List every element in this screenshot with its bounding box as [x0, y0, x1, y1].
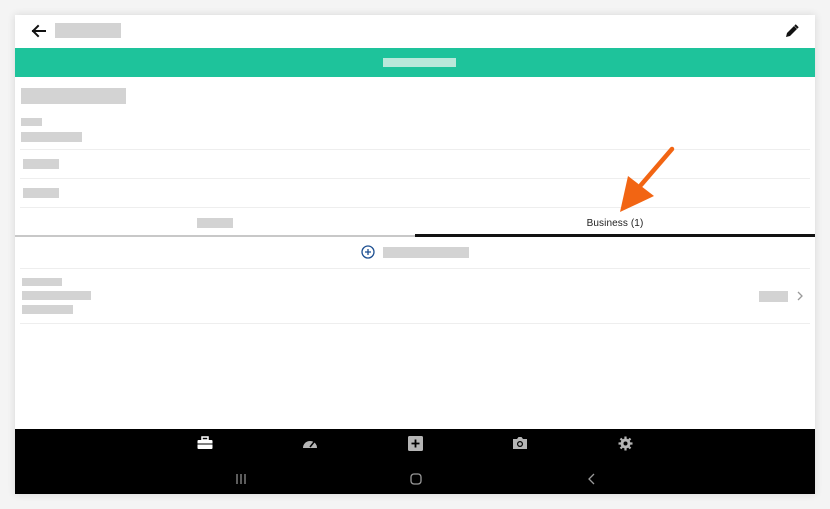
item-line-redacted — [22, 278, 62, 286]
tab-business[interactable]: Business (1) — [415, 209, 815, 237]
add-label-redacted — [383, 247, 469, 258]
field-value-redacted — [21, 132, 82, 142]
top-app-bar — [15, 15, 815, 48]
home-icon — [410, 473, 422, 485]
tab-label-redacted — [197, 218, 233, 228]
arrow-left-icon — [31, 24, 46, 38]
briefcase-icon — [197, 436, 213, 449]
plus-circle-icon — [361, 245, 375, 259]
nav-settings[interactable] — [615, 433, 635, 453]
tab-underline — [15, 235, 415, 237]
plus-square-icon — [407, 435, 423, 451]
page-title-redacted — [55, 23, 121, 38]
field-label-redacted — [21, 118, 42, 126]
row-divider — [20, 149, 810, 150]
nav-add[interactable] — [405, 433, 425, 453]
gear-icon — [618, 436, 632, 450]
tab-label: Business (1) — [586, 217, 644, 229]
detail-row-redacted[interactable] — [23, 159, 59, 169]
item-value-redacted — [759, 291, 788, 302]
edit-button[interactable] — [781, 20, 803, 42]
system-recents-button[interactable] — [229, 469, 253, 489]
row-divider — [20, 207, 810, 208]
status-banner — [15, 48, 815, 77]
speedometer-icon — [303, 441, 317, 448]
system-back-button[interactable] — [580, 469, 604, 489]
nav-camera[interactable] — [510, 433, 530, 453]
chevron-right-icon — [797, 291, 803, 301]
pencil-icon — [786, 24, 799, 37]
bottom-navigation — [15, 429, 815, 494]
banner-text-redacted — [383, 58, 456, 67]
tab-first[interactable] — [15, 209, 415, 237]
nav-briefcase[interactable] — [195, 433, 215, 453]
tab-bar: Business (1) — [15, 209, 815, 237]
detail-row-redacted[interactable] — [23, 188, 59, 198]
camera-icon — [513, 437, 527, 449]
back-button[interactable] — [27, 20, 49, 42]
app-window: Business (1) — [15, 15, 815, 494]
row-divider — [20, 323, 810, 324]
item-line-redacted — [22, 305, 73, 314]
nav-speedometer[interactable] — [300, 433, 320, 453]
item-line-redacted — [22, 291, 91, 300]
system-home-button[interactable] — [404, 469, 428, 489]
row-divider — [20, 178, 810, 179]
back-icon — [588, 473, 595, 485]
tab-active-indicator — [415, 234, 815, 237]
add-business-button[interactable] — [15, 238, 815, 268]
recents-icon — [236, 474, 246, 484]
section-heading-redacted — [21, 88, 126, 104]
list-item[interactable] — [15, 269, 815, 323]
